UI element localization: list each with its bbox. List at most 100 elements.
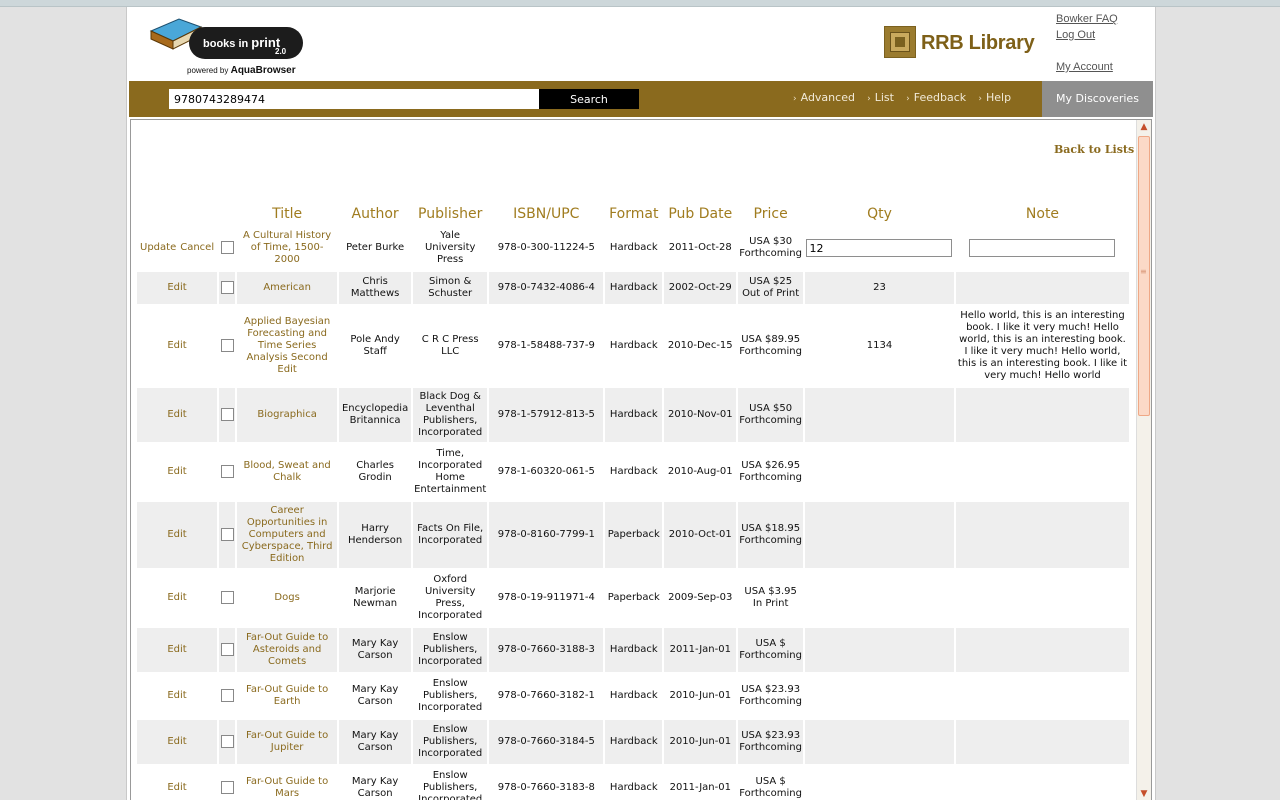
- title-link[interactable]: Blood, Sweat and Chalk: [243, 460, 330, 483]
- bowker-faq-link[interactable]: Bowker FAQ: [1056, 11, 1146, 27]
- title-link[interactable]: Far-Out Guide to Jupiter: [246, 730, 328, 753]
- edit-link[interactable]: Edit: [167, 282, 186, 293]
- row-isbn: 978-1-58488-737-9: [497, 340, 595, 351]
- row-title: Dogs: [237, 570, 337, 626]
- column-qty[interactable]: Qty: [805, 204, 954, 224]
- row-note: [956, 444, 1129, 500]
- row-price: USA $23.93 Forthcoming: [738, 720, 803, 764]
- column-author[interactable]: Author: [339, 204, 411, 224]
- log-out-link[interactable]: Log Out: [1056, 27, 1146, 43]
- table-row-editing: Update Cancel A Cultural History of Time,…: [137, 226, 1129, 270]
- edit-link[interactable]: Edit: [167, 690, 186, 701]
- column-publisher[interactable]: Publisher: [413, 204, 487, 224]
- scroll-up-icon[interactable]: ▲: [1137, 120, 1151, 134]
- row-publisher: Black Dog & Leventhal Publishers, Incorp…: [413, 388, 488, 442]
- row-select: [219, 628, 236, 672]
- list-content: Back to Lists Title Author Publisher ISB…: [130, 119, 1152, 800]
- books-in-print-logo[interactable]: books in print 2.0 powered by AquaBrowse…: [147, 13, 307, 76]
- update-link[interactable]: Update: [140, 242, 176, 253]
- row-checkbox[interactable]: [220, 528, 234, 542]
- edit-link[interactable]: Edit: [167, 409, 186, 420]
- title-link[interactable]: Far-Out Guide to Earth: [246, 684, 328, 707]
- row-qty: [804, 720, 954, 764]
- row-checkbox[interactable]: [220, 408, 234, 422]
- edit-link[interactable]: Edit: [167, 529, 186, 540]
- back-to-lists-link[interactable]: Back to Lists: [1054, 143, 1134, 156]
- vertical-scrollbar[interactable]: ▲ ▼: [1136, 120, 1151, 800]
- row-select: [219, 720, 236, 764]
- nav-help[interactable]: Help: [986, 91, 1011, 104]
- row-note: [956, 570, 1129, 626]
- row-isbn: 978-1-60320-061-5: [497, 466, 595, 477]
- title-link[interactable]: Biographica: [257, 409, 316, 420]
- search-input[interactable]: [169, 89, 539, 109]
- row-pub-date: 2010-Dec-15: [667, 340, 733, 351]
- row-publisher: Oxford University Press, Incorporated: [418, 574, 483, 621]
- table-row: Edit American Chris Matthews Simon & Schust…: [137, 272, 1129, 304]
- column-isbn[interactable]: ISBN/UPC: [489, 204, 603, 224]
- title-link[interactable]: Far-Out Guide to Mars: [246, 776, 328, 799]
- qty-input[interactable]: [806, 239, 953, 257]
- row-checkbox[interactable]: [220, 465, 234, 479]
- row-title: Far-Out Guide to Jupiter: [237, 720, 338, 764]
- row-checkbox[interactable]: [220, 643, 234, 657]
- list-table: Title Author Publisher ISBN/UPC Format P…: [135, 202, 1131, 800]
- row-actions: Edit: [137, 628, 218, 672]
- edit-link[interactable]: Edit: [167, 782, 186, 793]
- row-checkbox[interactable]: [220, 241, 234, 255]
- title-link[interactable]: Far-Out Guide to Asteroids and Comets: [246, 632, 328, 667]
- title-link[interactable]: Career Opportunities in Computers and Cy…: [242, 505, 333, 564]
- title-link[interactable]: American: [263, 282, 311, 293]
- title-link[interactable]: Dogs: [274, 592, 299, 603]
- row-checkbox[interactable]: [220, 781, 234, 795]
- search-button[interactable]: Search: [539, 89, 639, 109]
- row-actions: Edit: [137, 766, 217, 800]
- note-input[interactable]: [969, 239, 1116, 257]
- row-actions: Edit: [137, 388, 218, 442]
- row-select: [219, 226, 235, 270]
- row-price: USA $ Forthcoming: [738, 628, 803, 672]
- scroll-down-icon[interactable]: ▼: [1137, 787, 1151, 800]
- row-checkbox[interactable]: [220, 339, 234, 353]
- search-nav-bar: Search › Advanced › List › Feedback › Help M…: [129, 81, 1153, 117]
- edit-link[interactable]: Edit: [167, 592, 186, 603]
- row-pub-date: 2011-Jan-01: [664, 628, 737, 672]
- row-note: [955, 628, 1129, 672]
- row-pub-date: 2010-Jun-01: [669, 690, 732, 701]
- row-format: Hardback: [609, 242, 658, 253]
- scroll-thumb[interactable]: [1138, 136, 1150, 416]
- row-note: [955, 388, 1129, 442]
- edit-link[interactable]: Edit: [167, 736, 186, 747]
- row-format: Hardback: [609, 782, 658, 793]
- row-checkbox[interactable]: [220, 591, 234, 605]
- title-link[interactable]: A Cultural History of Time, 1500-2000: [243, 230, 331, 265]
- row-publisher: Simon & Schuster: [413, 272, 488, 304]
- nav-list[interactable]: List: [875, 91, 894, 104]
- column-select: [219, 204, 235, 224]
- row-format: Hardback: [609, 466, 658, 477]
- row-price: USA $89.95 Forthcoming: [739, 334, 802, 357]
- column-price[interactable]: Price: [738, 204, 803, 224]
- nav-feedback[interactable]: Feedback: [914, 91, 966, 104]
- row-actions: Edit: [137, 674, 217, 718]
- edit-link[interactable]: Edit: [167, 340, 186, 351]
- my-discoveries-tab[interactable]: My Discoveries: [1042, 81, 1153, 117]
- row-checkbox[interactable]: [220, 689, 234, 703]
- table-rows: Edit American Chris Matthews Simon & Schust…: [137, 272, 1129, 800]
- column-title[interactable]: Title: [237, 204, 337, 224]
- column-note[interactable]: Note: [956, 204, 1129, 224]
- title-link[interactable]: Applied Bayesian Forecasting and Time Se…: [244, 316, 330, 375]
- table-row: Edit Applied Bayesian Forecasting and Tim…: [137, 306, 1129, 386]
- cancel-link[interactable]: Cancel: [180, 242, 214, 253]
- row-publisher: Facts On File, Incorporated: [413, 502, 488, 568]
- edit-link[interactable]: Edit: [167, 644, 186, 655]
- edit-link[interactable]: Edit: [167, 466, 186, 477]
- row-checkbox[interactable]: [220, 735, 234, 749]
- my-account-link[interactable]: My Account: [1056, 59, 1146, 75]
- column-pub-date[interactable]: Pub Date: [664, 204, 736, 224]
- column-format[interactable]: Format: [605, 204, 662, 224]
- row-price: USA $23.93 Forthcoming: [739, 684, 802, 707]
- nav-advanced[interactable]: Advanced: [801, 91, 855, 104]
- row-qty: [805, 226, 954, 270]
- row-checkbox[interactable]: [220, 281, 234, 295]
